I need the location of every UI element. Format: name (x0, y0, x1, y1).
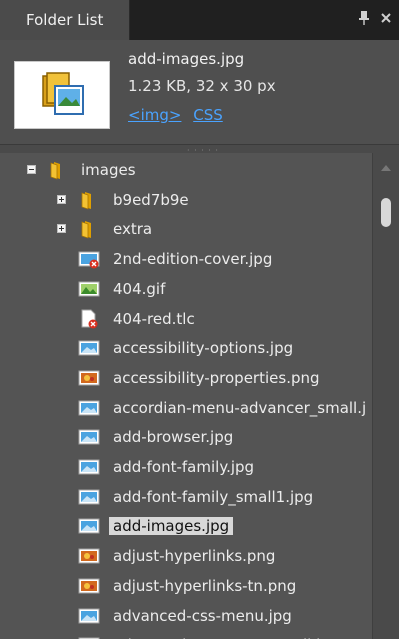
tree-item-label: advanced-css-menu.jpg (113, 606, 292, 625)
add-images-icon (42, 72, 84, 115)
tree-item-label: accessibility-options.jpg (113, 339, 294, 358)
file-row[interactable]: accordian-menu-advancer_small.j (0, 395, 372, 423)
expand-icon[interactable] (57, 194, 66, 204)
jpg-icon (78, 427, 100, 447)
pin-icon[interactable] (357, 10, 371, 26)
file-name: add-images.jpg (128, 50, 245, 68)
close-icon[interactable] (379, 10, 393, 26)
tree-item-label: adjust-hyperlinks-tn.png (113, 576, 297, 595)
file-row[interactable]: accessibility-options.jpg (0, 335, 372, 363)
file-row[interactable]: 404.gif (0, 276, 372, 304)
jpg-icon (78, 635, 100, 639)
tab-folder-list[interactable]: Folder List (0, 0, 130, 40)
folder-icon (47, 160, 69, 180)
tree-item-label: b9ed7b9e (113, 190, 189, 209)
folder-list-panel: Folder List add-images.jpg 1.23 KB, 32 x… (0, 0, 399, 639)
jpg-icon (78, 487, 100, 507)
tree-item-label: add-font-family.jpg (113, 458, 255, 476)
tree-item-label: accordian-menu-advancer_small.j (113, 398, 367, 417)
file-info-area: add-images.jpg 1.23 KB, 32 x 30 px <img>… (0, 40, 399, 145)
gif-icon (78, 279, 100, 299)
tree-item-label: extra (113, 220, 153, 239)
tree-item-label: images (81, 161, 136, 179)
png-icon (78, 546, 100, 566)
jpg-icon (78, 338, 100, 358)
tree-item-label: 2nd-edition-cover.jpg (113, 250, 273, 269)
tree-item-label: add-font-family_small1.jpg (113, 487, 314, 506)
file-meta: 1.23 KB, 32 x 30 px (128, 77, 276, 95)
tree-item-label: add-browser.jpg (113, 428, 234, 447)
tree-item-label: 404-red.tlc (113, 309, 195, 328)
panel-title-bar: Folder List (0, 0, 399, 40)
jpg-icon (78, 398, 100, 418)
folder-row[interactable]: extra (0, 216, 372, 244)
collapse-icon[interactable] (27, 165, 36, 174)
css-link[interactable]: CSS (193, 106, 223, 124)
jpg-icon (78, 457, 100, 477)
img-tag-link[interactable]: <img> (128, 106, 181, 124)
png-icon (78, 576, 100, 596)
selected-item-label: add-images.jpg (109, 517, 234, 536)
file-row[interactable]: accessibility-properties.png (0, 365, 372, 393)
folder-icon (78, 219, 100, 239)
image-error-icon (78, 249, 100, 269)
tree-item-label: adjust-hyperlinks.png (113, 547, 276, 566)
folder-icon (78, 190, 100, 210)
file-row[interactable]: add-images.jpg (0, 513, 372, 541)
jpg-icon (78, 516, 100, 536)
file-row[interactable]: add-browser.jpg (0, 424, 372, 452)
scrollbar-thumb[interactable] (381, 198, 391, 227)
file-row[interactable]: advanced-css-menu.jpg (0, 603, 372, 631)
tree-item-label: accessibility-properties.png (113, 368, 320, 387)
folder-tree: images b9ed7b9e extra 2nd-edition-cover.jpg… (0, 153, 372, 639)
file-row[interactable]: adjust-hyperlinks.png (0, 543, 372, 571)
png-icon (78, 368, 100, 388)
folder-row[interactable]: b9ed7b9e (0, 187, 372, 215)
scroll-up-icon[interactable] (381, 165, 391, 171)
file-row[interactable]: advanced-css-menu_small.jpg (0, 632, 372, 639)
vertical-scrollbar[interactable] (372, 153, 399, 639)
file-row[interactable]: add-font-family_small1.jpg (0, 484, 372, 512)
panel-splitter[interactable]: · · · · · (0, 145, 399, 155)
file-row[interactable]: 2nd-edition-cover.jpg (0, 246, 372, 274)
tree-item-label: 404.gif (113, 279, 166, 298)
file-row[interactable]: 404-red.tlc (0, 306, 372, 334)
file-error-icon (78, 309, 100, 329)
file-row[interactable]: adjust-hyperlinks-tn.png (0, 573, 372, 601)
tab-folder-list-label: Folder List (26, 11, 104, 29)
file-row[interactable]: add-font-family.jpg (0, 454, 372, 482)
file-thumbnail (14, 61, 110, 129)
expand-icon[interactable] (57, 224, 66, 234)
jpg-icon (78, 606, 100, 626)
folder-row[interactable]: images (0, 157, 372, 185)
